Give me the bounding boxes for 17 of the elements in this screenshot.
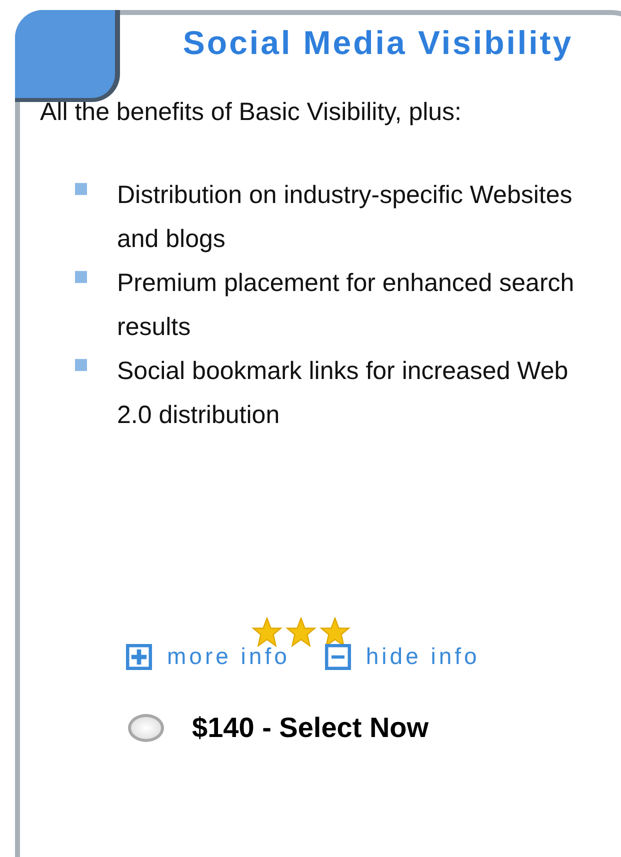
star-icon [318,617,352,647]
minus-icon[interactable] [324,644,352,670]
more-info-link[interactable]: more info [167,643,290,670]
benefit-text: Distribution on industry-specific Websites and blogs [117,180,574,255]
benefit-text: Social bookmark links for increased Web 2.0 distribution [117,356,570,431]
star-icon [284,617,318,647]
star-icon [250,617,284,647]
intro-text: All the benefits of Basic Visibility, plus: [40,97,462,128]
radio-button[interactable] [128,714,164,742]
bullet-icon [75,183,87,195]
benefit-text: Premium placement for enhanced search results [117,268,576,343]
card-title: Social Media Visibility [182,23,574,62]
bullet-icon [75,359,87,371]
select-now-label[interactable]: $140 - Select Now [192,712,429,744]
hide-info-link[interactable]: hide info [366,643,480,670]
bullet-icon [75,271,87,283]
plus-icon[interactable] [125,644,153,670]
